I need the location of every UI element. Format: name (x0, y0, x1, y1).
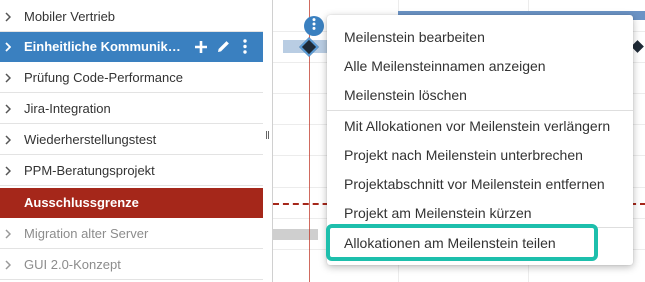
project-row[interactable]: Wiederherstellungstest (0, 125, 263, 155)
menu-item-shorten-project[interactable]: Projekt am Meilenstein kürzen (327, 198, 633, 227)
chevron-right-icon[interactable] (5, 228, 14, 239)
chevron-right-icon[interactable] (5, 41, 14, 52)
deadline-row[interactable]: Ausschlussgrenze (0, 188, 263, 218)
pencil-icon[interactable] (212, 36, 234, 58)
milestone-diamond[interactable] (631, 40, 644, 53)
project-name: Prüfung Code-Performance (24, 70, 183, 85)
menu-item-interrupt-project[interactable]: Projekt nach Meilenstein unterbrechen (327, 140, 633, 169)
more-vertical-icon (312, 17, 316, 35)
chevron-right-icon[interactable] (5, 165, 14, 176)
project-bar[interactable] (273, 229, 318, 240)
project-sidebar: Mobiler Vertrieb Einheitliche Kommunikat… (0, 0, 263, 282)
menu-item-delete-milestone[interactable]: Meilenstein löschen (327, 80, 633, 109)
deadline-label: Ausschlussgrenze (24, 195, 139, 210)
project-row[interactable]: GUI 2.0-Konzept (0, 250, 263, 280)
project-row[interactable]: Jira-Integration (0, 94, 263, 124)
project-name: Wiederherstellungstest (24, 132, 157, 147)
milestone-context-menu: Meilenstein bearbeiten Alle Meilensteinn… (327, 15, 633, 265)
menu-item-edit-milestone[interactable]: Meilenstein bearbeiten (327, 22, 633, 51)
menu-item-show-all-milestone-names[interactable]: Alle Meilensteinnamen anzeigen (327, 51, 633, 80)
project-name: Migration alter Server (24, 226, 149, 241)
project-row[interactable]: Mobiler Vertrieb (0, 2, 263, 32)
milestone-menu-button[interactable] (304, 16, 324, 36)
project-name: Mobiler Vertrieb (24, 9, 116, 24)
panel-splitter-handle[interactable] (266, 131, 270, 139)
chevron-right-icon[interactable] (5, 134, 14, 145)
project-row[interactable]: Migration alter Server (0, 219, 263, 249)
menu-item-split-allocations[interactable]: Allokationen am Meilenstein teilen (327, 228, 633, 257)
chevron-right-icon[interactable] (5, 103, 14, 114)
row-actions (190, 36, 256, 58)
project-row-selected[interactable]: Einheitliche Kommunikationsplattform (0, 32, 263, 62)
plus-icon[interactable] (190, 36, 212, 58)
project-name: PPM-Beratungsprojekt (24, 163, 155, 178)
menu-item-remove-project-section[interactable]: Projektabschnitt vor Meilenstein entfern… (327, 169, 633, 198)
project-name: Jira-Integration (24, 101, 111, 116)
chevron-right-icon[interactable] (5, 259, 14, 270)
project-name: Einheitliche Kommunikationsplattform (24, 39, 184, 54)
more-vertical-icon[interactable] (234, 36, 256, 58)
chevron-right-icon[interactable] (5, 11, 14, 22)
menu-item-extend-with-allocations[interactable]: Mit Allokationen vor Meilenstein verläng… (327, 111, 633, 140)
project-row[interactable]: PPM-Beratungsprojekt (0, 156, 263, 186)
project-row[interactable]: Prüfung Code-Performance (0, 63, 263, 93)
chevron-right-icon[interactable] (5, 72, 14, 83)
project-name: GUI 2.0-Konzept (24, 257, 121, 272)
